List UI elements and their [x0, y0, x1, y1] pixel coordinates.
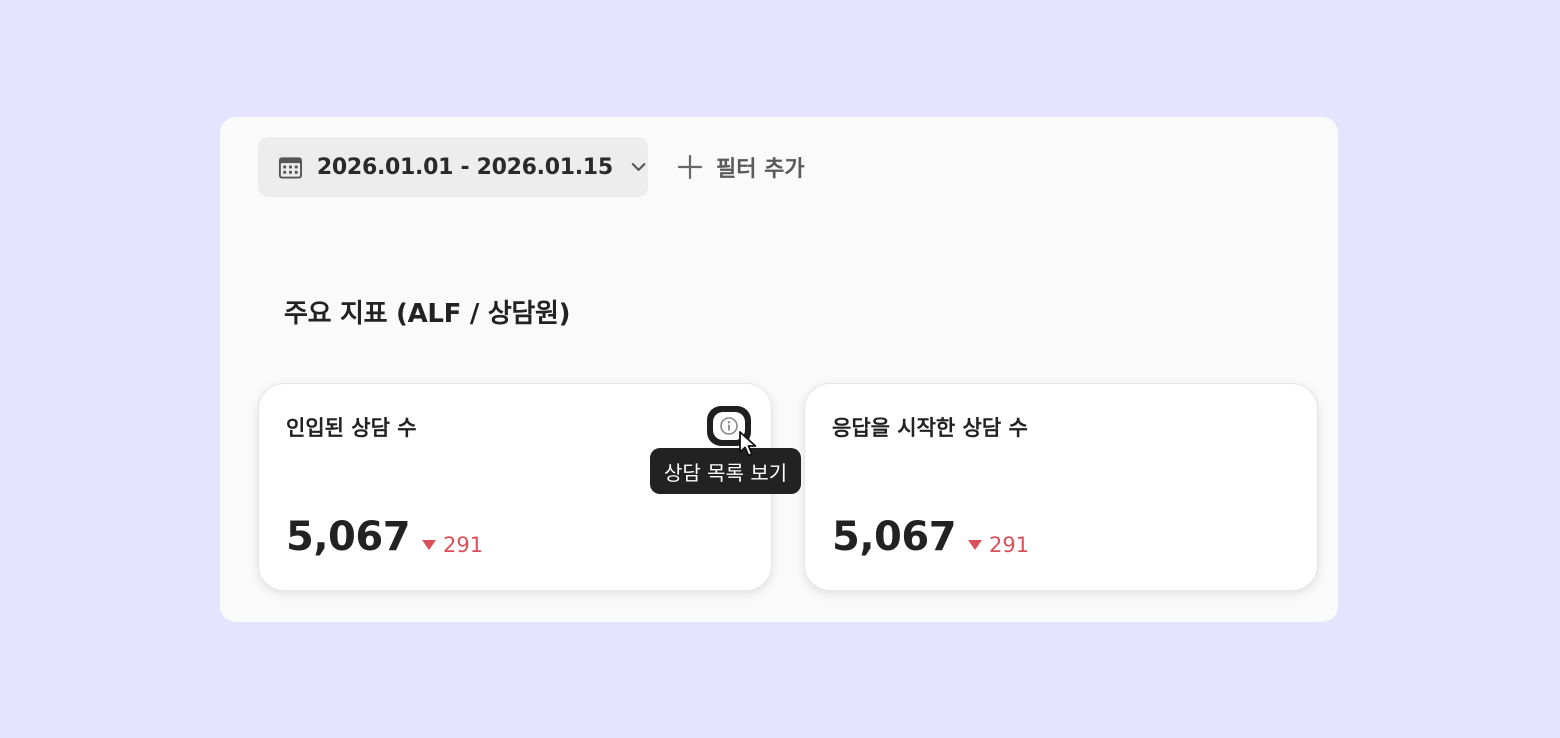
date-range-label: 2026.01.01 - 2026.01.15: [316, 154, 613, 180]
add-filter-button[interactable]: 필터 추가: [676, 147, 805, 187]
metric-value: 5,067: [286, 514, 411, 560]
calendar-icon: [278, 157, 302, 179]
date-range-filter[interactable]: 2026.01.01 - 2026.01.15: [258, 137, 648, 197]
section-title: 주요 지표 (ALF / 상담원): [284, 299, 571, 329]
triangle-down-icon: [968, 540, 983, 550]
delta-indicator: 291: [422, 533, 483, 557]
dashboard-panel: 2026.01.01 - 2026.01.15 필터 추가 주요 지표 (ALF…: [220, 117, 1338, 622]
chevron-down-icon: [631, 163, 646, 171]
delta-indicator: 291: [968, 533, 1029, 557]
delta-value: 291: [989, 533, 1030, 557]
metric-row: 5,067 291: [832, 514, 1029, 560]
metric-card-title: 응답을 시작한 상담 수: [832, 416, 1028, 440]
metric-value: 5,067: [832, 514, 957, 560]
metric-row: 5,067 291: [286, 514, 483, 560]
plus-icon: [677, 154, 703, 180]
triangle-down-icon: [422, 540, 437, 550]
info-icon: [720, 417, 738, 435]
metric-card-title: 인입된 상담 수: [286, 416, 417, 440]
add-filter-label: 필터 추가: [716, 157, 805, 182]
mouse-pointer-icon: [739, 431, 757, 457]
metric-card-incoming: 인입된 상담 수 상담 목록 보기 5,067 291: [258, 383, 802, 591]
tooltip: 상담 목록 보기: [650, 448, 802, 494]
metric-card-responded: 응답을 시작한 상담 수 5,067 291: [804, 383, 1318, 591]
delta-value: 291: [443, 533, 484, 557]
